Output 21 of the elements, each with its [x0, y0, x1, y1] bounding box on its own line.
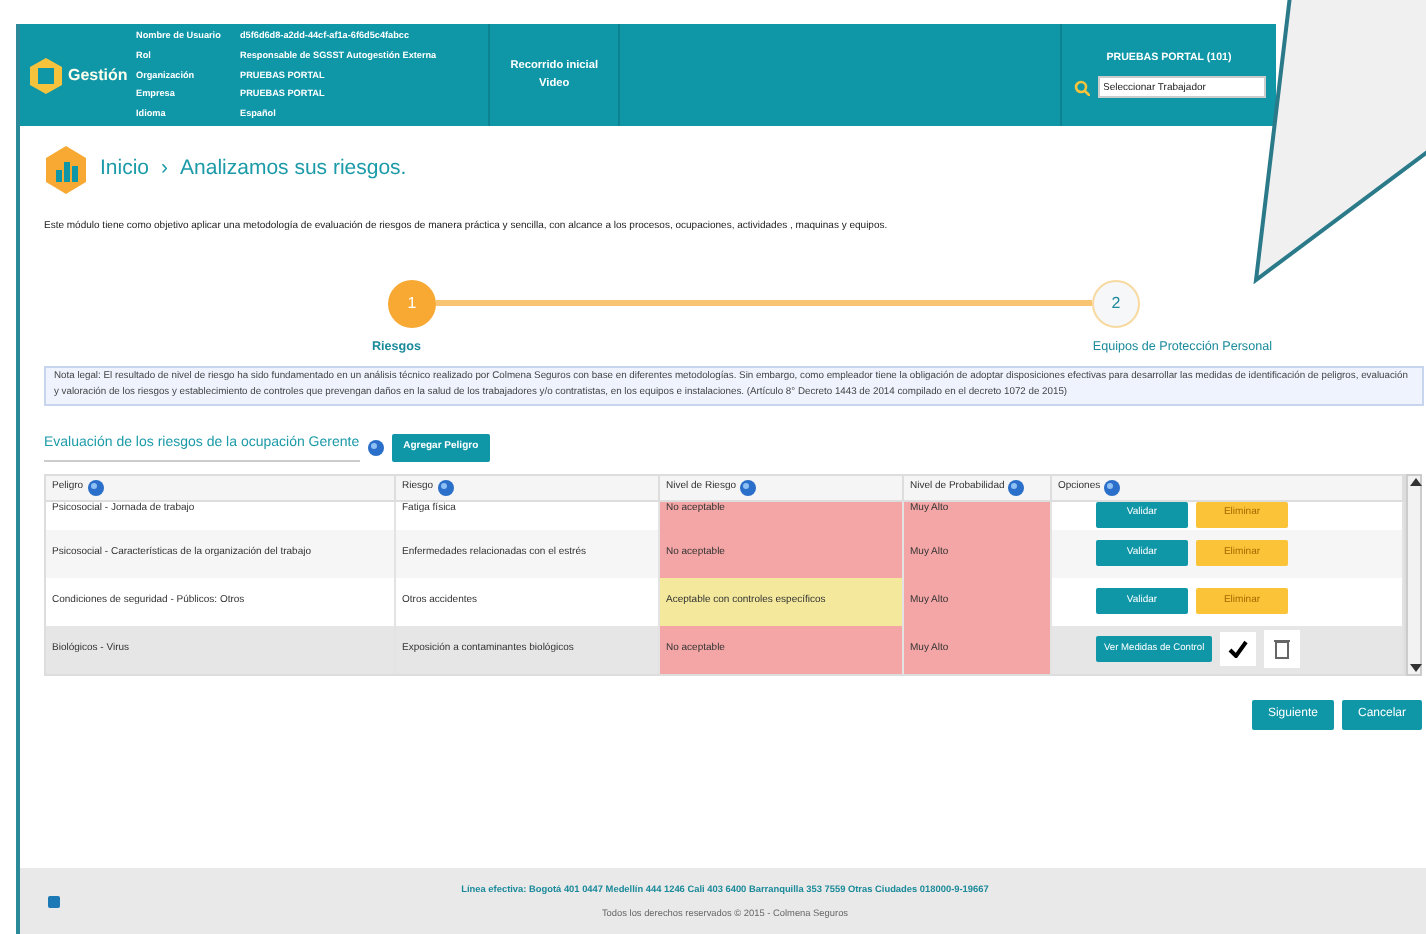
- scroll-down-icon: [1408, 661, 1424, 674]
- checkmark-icon: [1228, 640, 1249, 659]
- help-icon: [1008, 479, 1025, 496]
- help-icon: [1104, 479, 1121, 496]
- trash-icon: [1272, 638, 1293, 661]
- help-icon: [87, 479, 104, 496]
- scroll-up-icon: [1408, 475, 1424, 488]
- step-circle[interactable]: 2: [1092, 279, 1140, 327]
- logo-icon: [28, 57, 64, 93]
- help-icon: [367, 439, 384, 456]
- chart-hexagon-icon: [44, 146, 88, 194]
- help-icon: [740, 479, 757, 496]
- help-icon: [437, 479, 454, 496]
- scrollbar[interactable]: [1406, 473, 1422, 676]
- step-circle[interactable]: 1: [388, 279, 436, 327]
- search-icon: [1073, 79, 1089, 96]
- logo-text: Gestión: [68, 63, 128, 87]
- breadcrumb-separator: ›: [161, 154, 169, 185]
- page-title: Analizamos sus riesgos.: [180, 154, 407, 185]
- breadcrumb-link[interactable]: Inicio: [100, 154, 150, 186]
- chat-icon: [48, 896, 60, 908]
